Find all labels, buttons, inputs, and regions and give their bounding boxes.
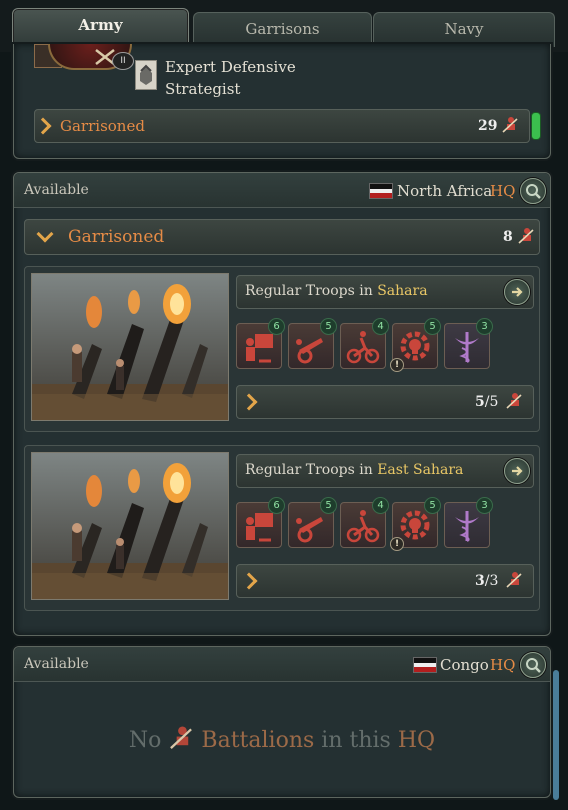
level-badge: 5 (320, 318, 337, 335)
hq-region: Congo (440, 656, 489, 674)
chevron-right-icon (34, 117, 52, 135)
empty-in-this: in this (321, 728, 391, 753)
commander-garrisoned-bar[interactable]: Garrisoned 29 (34, 109, 530, 143)
troop-count-bar[interactable]: 5/5 (236, 385, 534, 419)
troop-title-prefix: Regular Troops in (245, 462, 373, 478)
troop-location: East Sahara (377, 462, 464, 478)
tab-garrisons[interactable]: Garrisons (193, 12, 372, 47)
search-icon[interactable] (520, 178, 546, 204)
trait-line-2: Strategist (165, 80, 241, 98)
troop-count: 3/3 (475, 573, 498, 589)
defensive-trait-icon[interactable] (135, 60, 157, 90)
go-to-arrow-icon[interactable] (504, 458, 530, 484)
cyclist-icon[interactable]: 4 (340, 497, 389, 548)
troop-title: Regular Troops in Sahara (245, 283, 428, 299)
search-icon[interactable] (520, 652, 546, 678)
hq-status: Available (24, 656, 89, 672)
chevron-right-icon (240, 393, 258, 411)
level-badge: 5 (424, 318, 441, 335)
chevron-right-icon (240, 572, 258, 590)
troop-location: Sahara (377, 283, 428, 299)
medic-icon[interactable]: 3 (444, 497, 493, 548)
cyclist-icon[interactable]: 4 (340, 318, 389, 369)
troop-group-card: Regular Troops in Sahara 6 5 4 5 ! 3 5/5 (24, 266, 540, 432)
garrisoned-label: Garrisoned (60, 117, 145, 135)
troop-artwork (31, 452, 229, 600)
warning-icon[interactable]: ! (390, 358, 404, 372)
troop-artwork (31, 273, 229, 421)
empty-no: No (128, 728, 162, 753)
trait-line-1: Expert Defensive (165, 58, 296, 76)
hq-panel-congo: Available Congo HQ No Battalions in this… (13, 646, 551, 798)
hq-garrisoned-bar[interactable]: Garrisoned 8 (24, 219, 540, 255)
empty-hq-message: No Battalions in this HQ (14, 725, 550, 753)
empty-battalions: Battalions (201, 728, 315, 753)
tab-navy[interactable]: Navy (373, 12, 555, 47)
chevron-down-icon (36, 225, 54, 243)
flag-icon (369, 183, 393, 199)
level-badge: 3 (476, 318, 493, 335)
level-badge: 4 (372, 497, 389, 514)
commander-panel: II Expert Defensive Strategist Garrisone… (13, 44, 551, 159)
tab-garrisons-label: Garrisons (245, 20, 320, 38)
level-badge: II (112, 52, 134, 70)
level-badge: 6 (268, 318, 285, 335)
troop-title-prefix: Regular Troops in (245, 283, 373, 299)
soldier-icon (168, 725, 194, 751)
hq-label: HQ (490, 656, 516, 674)
hq-region: North Africa (397, 182, 493, 200)
tab-army[interactable]: Army (12, 8, 189, 49)
garrisoned-count: 8 (503, 229, 513, 245)
soldier-icon (517, 227, 535, 245)
status-toggle[interactable] (531, 112, 541, 140)
tab-army-label: Army (78, 16, 123, 34)
level-badge: 5 (424, 497, 441, 514)
level-badge: 5 (320, 497, 337, 514)
troop-count: 5/5 (475, 394, 498, 410)
troop-title: Regular Troops in East Sahara (245, 462, 463, 478)
garrisoned-label: Garrisoned (68, 227, 165, 247)
troop-count-current: 5 (475, 394, 485, 410)
troop-count-total: 5 (489, 394, 499, 410)
troop-count-bar[interactable]: 3/3 (236, 564, 534, 598)
troop-count-total: 3 (489, 573, 499, 589)
level-badge: 6 (268, 497, 285, 514)
troop-group-card: Regular Troops in East Sahara 6 5 4 5 ! … (24, 445, 540, 611)
artillery-icon[interactable]: 5 (288, 497, 337, 548)
soldier-icon (501, 116, 519, 134)
trait-name: Expert Defensive Strategist (165, 56, 296, 100)
instructor-icon[interactable]: 6 (236, 497, 285, 548)
soldier-icon (505, 571, 523, 589)
go-to-arrow-icon[interactable] (504, 279, 530, 305)
scrollbar-thumb[interactable] (553, 670, 559, 800)
medic-icon[interactable]: 3 (444, 318, 493, 369)
hq-label: HQ (490, 182, 516, 200)
troop-title-bar: Regular Troops in Sahara (236, 275, 534, 309)
warning-icon[interactable]: ! (390, 537, 404, 551)
troop-title-bar: Regular Troops in East Sahara (236, 454, 534, 488)
empty-hq: HQ (397, 728, 436, 753)
level-badge: 4 (372, 318, 389, 335)
hq-status: Available (24, 182, 89, 198)
artillery-icon[interactable]: 5 (288, 318, 337, 369)
garrisoned-count: 29 (478, 118, 498, 134)
instructor-icon[interactable]: 6 (236, 318, 285, 369)
troop-count-current: 3 (475, 573, 485, 589)
soldier-icon (505, 392, 523, 410)
flag-icon (413, 657, 437, 673)
tab-navy-label: Navy (444, 20, 484, 38)
level-badge: 3 (476, 497, 493, 514)
